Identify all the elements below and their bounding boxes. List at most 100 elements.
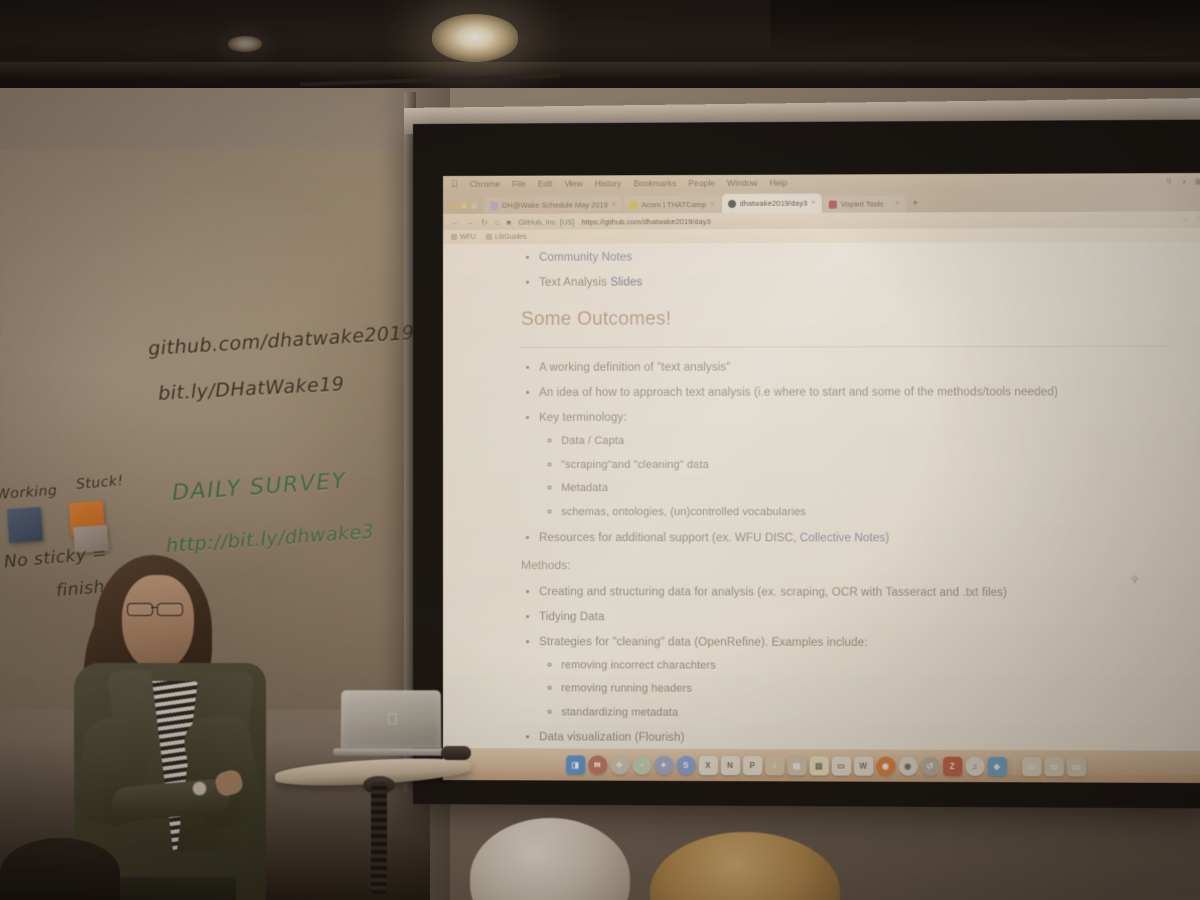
bookmark-wfu[interactable]: WFU — [450, 233, 476, 241]
firefox-icon[interactable]: ◉ — [875, 756, 896, 776]
dock-separator — [1013, 757, 1015, 776]
bookmark-star-icon[interactable]: ☆ — [1195, 214, 1200, 224]
bookmark-libguides[interactable]: LibGuides — [485, 233, 527, 240]
notes-icon[interactable]: ▧ — [809, 755, 829, 775]
list-item: removing incorrect charachters — [561, 659, 1165, 673]
photos-icon[interactable]: ▤ — [786, 755, 807, 775]
maximize-window-button[interactable] — [471, 202, 478, 209]
mail-icon[interactable]: ✉ — [587, 755, 607, 775]
new-tab-button[interactable]: + — [906, 198, 924, 212]
tab-close-icon[interactable]: × — [612, 201, 616, 208]
bookmark-label: WFU — [460, 233, 476, 241]
resources-post-label: ) — [885, 531, 890, 544]
menu-item-bookmarks[interactable]: Bookmarks — [634, 178, 677, 188]
menu-item-window[interactable]: Window — [727, 178, 757, 188]
ceiling-light-secondary-icon — [228, 36, 262, 52]
apple-logo-icon:  — [385, 711, 400, 729]
safari-compass-icon[interactable]: ◔ — [631, 755, 652, 775]
tab-favicon-icon — [828, 200, 837, 209]
menubar-status-1-icon[interactable]: ↯ — [1165, 176, 1172, 187]
github-readme-content: Community Notes Text Analysis Slides Som… — [443, 241, 1200, 775]
zotero-icon[interactable]: Z — [942, 756, 962, 776]
menubar-status-3-icon[interactable]: ▣ — [1194, 176, 1200, 187]
tab-acorn-thatcamp[interactable]: Acorn | THATCamp × — [623, 195, 721, 214]
sticky-note-blue — [6, 506, 44, 544]
menu-item-people[interactable]: People — [688, 178, 715, 188]
lock-icon: ■ — [506, 217, 512, 227]
excel-icon[interactable]: X — [698, 755, 718, 775]
list-item: standardizing metadata — [561, 706, 1165, 720]
menu-item-edit[interactable]: Edit — [538, 179, 553, 189]
list-item: Data visualization (Flourish) — [539, 732, 1166, 746]
reload-button-icon[interactable]: ↻ — [481, 217, 488, 226]
eyeglasses-icon — [127, 603, 189, 616]
whiteboard-line-daily-survey: DAILY SURVEY — [171, 468, 348, 507]
window-1-icon[interactable]: ▭ — [1021, 756, 1042, 776]
list-item-resources: Resources for additional support (ex. WF… — [539, 532, 1166, 545]
skype-icon[interactable]: S — [676, 755, 696, 775]
itunes-icon[interactable]: ♫ — [964, 756, 985, 776]
tab-label: DH@Wake Schedule May 2019 — [502, 200, 609, 210]
menu-item-file[interactable]: File — [512, 179, 526, 189]
security-label: GitHub, Inc. [US] — [518, 217, 575, 227]
menubar-status-2-icon[interactable]: ◑ — [1181, 176, 1186, 187]
preview-icon[interactable]: ♪ — [764, 755, 784, 775]
minimize-window-button[interactable] — [461, 202, 468, 209]
compass-icon[interactable]: ✦ — [654, 755, 674, 775]
browser-tab-strip: DH@Wake Schedule May 2019 × Acorn | THAT… — [443, 189, 1200, 214]
laptop-lid:  — [340, 690, 442, 749]
macos-dock: ◨ ✉ ✈ ◔ ✦ S X N P ♪ ▤ ▧ ▭ W ◉ ◉ ↺ Z ♫ ◆ ▭ ▭ ▭ — [443, 748, 1200, 784]
macbook-laptop:  — [332, 690, 471, 762]
folder-icon — [485, 233, 492, 240]
window-3-icon[interactable]: ▭ — [1066, 756, 1086, 776]
forward-button-icon[interactable]: → — [466, 217, 474, 226]
close-window-button[interactable] — [450, 202, 457, 209]
methods-list: Creating and structuring data for analys… — [521, 586, 1166, 746]
word-icon[interactable]: W — [853, 755, 873, 776]
list-item: A working definition of "text analysis" — [539, 361, 1166, 374]
list-item-label: Strategies for "cleaning" data (OpenRefi… — [539, 635, 868, 649]
tab-close-icon[interactable]: × — [811, 200, 815, 207]
list-item: Strategies for "cleaning" data (OpenRefi… — [539, 636, 1166, 721]
foreground-shoulder — [0, 838, 120, 900]
chrome-icon[interactable]: ◉ — [898, 756, 918, 776]
link-community-notes[interactable]: Community Notes — [539, 251, 632, 263]
heading-rule — [521, 345, 1166, 348]
tab-close-icon[interactable]: × — [710, 201, 714, 208]
menu-item-help[interactable]: Help — [770, 178, 788, 188]
tab-dhatwake2019-day3[interactable]: dhatwake2019/day3 × — [721, 193, 822, 214]
ceiling-duct — [770, 0, 1200, 56]
pages-icon[interactable]: ▭ — [831, 755, 851, 776]
back-button-icon[interactable]: ← — [451, 217, 459, 226]
window-2-icon[interactable]: ▭ — [1044, 756, 1064, 776]
link-collective-notes[interactable]: Collective Notes — [800, 532, 886, 544]
menu-item-chrome[interactable]: Chrome — [470, 179, 500, 189]
resources-pre-label: Resources for additional support (ex. WF… — [539, 531, 800, 544]
finder-icon[interactable]: ◨ — [565, 754, 585, 775]
list-item: Key terminology: Data / Capta "scraping"… — [539, 412, 1166, 519]
cleaning-strategies-sublist: removing incorrect charachters removing … — [539, 659, 1166, 721]
tab-close-icon[interactable]: × — [895, 200, 899, 207]
onenote-icon[interactable]: N — [720, 755, 740, 775]
laptop-cart — [274, 748, 475, 898]
home-button-icon[interactable]: ⌂ — [495, 217, 500, 226]
apple-menu-icon[interactable]:  — [451, 179, 458, 189]
tab-voyant-tools[interactable]: Voyant Tools × — [822, 195, 906, 213]
sketch-icon[interactable]: ◆ — [987, 756, 1007, 776]
search-icon[interactable]: ⌕ — [1184, 214, 1188, 224]
tab-favicon-icon — [629, 200, 638, 209]
menu-item-history[interactable]: History — [595, 178, 622, 188]
tab-dhwake-schedule[interactable]: DH@Wake Schedule May 2019 × — [484, 196, 623, 214]
mouse-device — [441, 746, 471, 760]
list-item: Tidying Data — [539, 611, 1166, 624]
ceiling-light-icon — [432, 14, 518, 62]
menu-item-view[interactable]: View — [565, 178, 583, 188]
wristwatch-icon — [192, 781, 207, 796]
powerpoint-icon[interactable]: P — [742, 755, 762, 775]
time-machine-icon[interactable]: ↺ — [920, 756, 940, 776]
launchpad-icon[interactable]: ✈ — [609, 755, 629, 775]
outcomes-list: A working definition of "text analysis" … — [521, 361, 1166, 544]
address-bar-url[interactable]: https://github.com/dhatwake2019/day3 — [582, 217, 711, 226]
link-slides[interactable]: Slides — [610, 277, 642, 289]
window-traffic-lights[interactable] — [449, 202, 483, 214]
